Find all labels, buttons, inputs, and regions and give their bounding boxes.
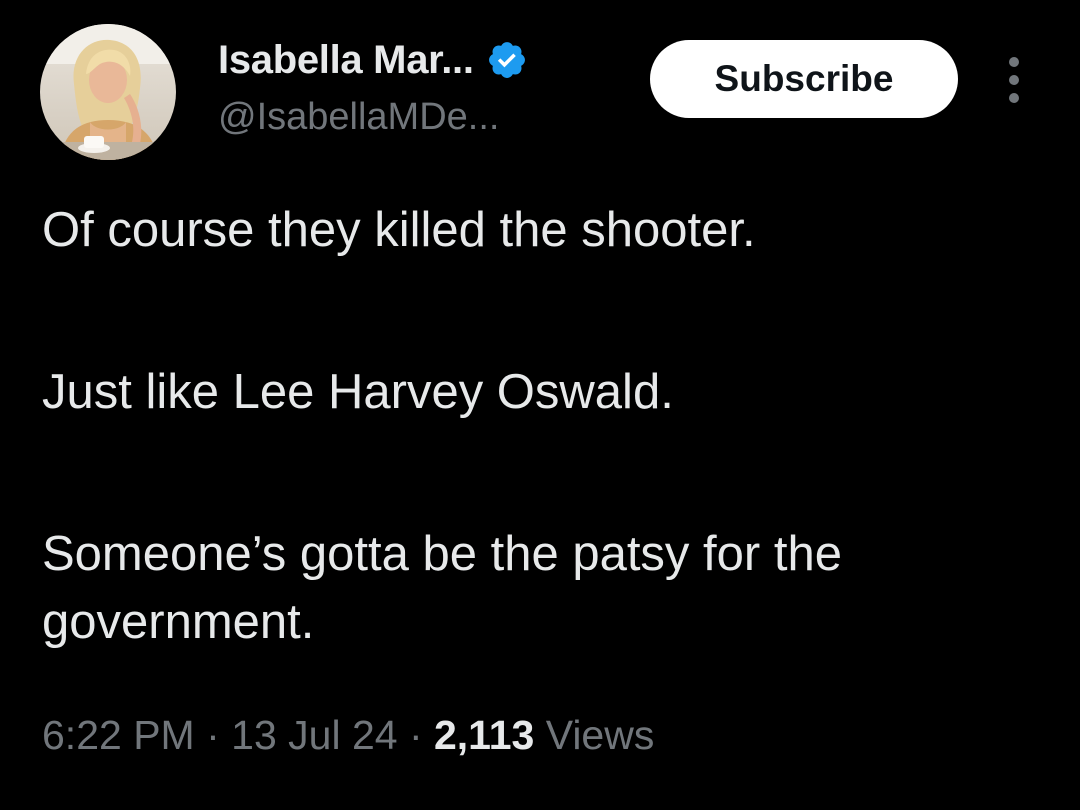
tweet-meta: 6:22 PM · 13 Jul 24 · 2,113 Views <box>42 712 654 759</box>
tweet-time[interactable]: 6:22 PM <box>42 712 195 758</box>
meta-separator: · <box>397 712 434 758</box>
meta-separator: · <box>194 712 232 758</box>
avatar[interactable] <box>40 24 176 160</box>
tweet-paragraph: Someone’s gotta be the patsy for the gov… <box>42 527 842 649</box>
more-vertical-icon[interactable] <box>996 52 1032 108</box>
tweet-date[interactable]: 13 Jul 24 <box>231 712 397 758</box>
author-name-row[interactable]: Isabella Mar... <box>218 34 528 86</box>
verified-badge-icon[interactable] <box>486 39 528 81</box>
view-count[interactable]: 2,113 <box>434 712 534 758</box>
tweet-paragraph: Just like Lee Harvey Oswald. <box>42 365 674 419</box>
author-display-name[interactable]: Isabella Mar... <box>218 38 474 83</box>
subscribe-button[interactable]: Subscribe <box>650 40 958 118</box>
tweet-paragraph: Of course they killed the shooter. <box>42 203 756 257</box>
tweet-text: Of course they killed the shooter. Just … <box>42 196 1052 656</box>
views-label[interactable]: Views <box>534 712 655 758</box>
author-handle[interactable]: @IsabellaMDe... <box>218 96 499 139</box>
